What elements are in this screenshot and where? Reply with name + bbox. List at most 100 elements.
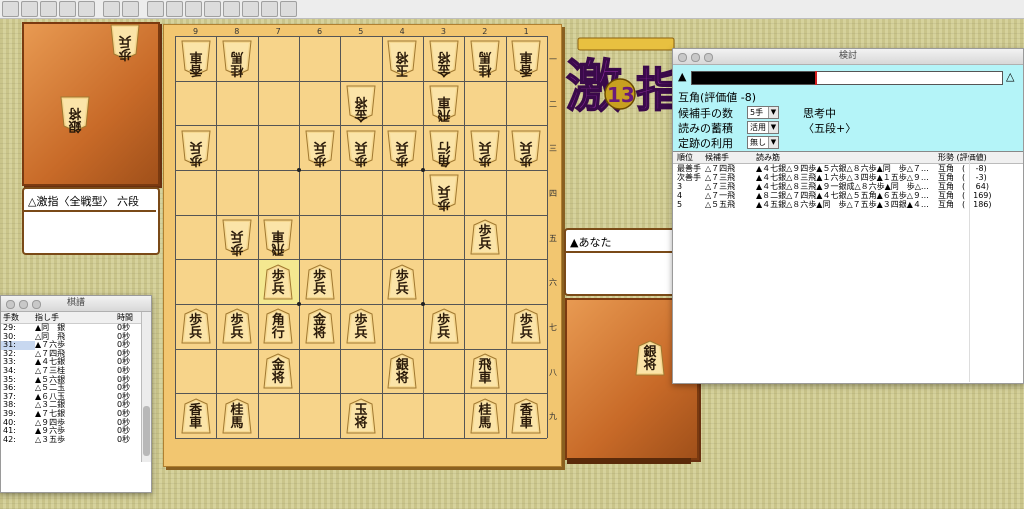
sente-piece[interactable]: 歩 兵 <box>305 264 335 300</box>
sente-piece[interactable]: 歩 兵 <box>346 308 376 344</box>
gote-piece[interactable]: 歩 兵 <box>181 130 211 167</box>
close-icon[interactable] <box>678 53 687 62</box>
piece-label: 歩 兵 <box>354 313 368 342</box>
sente-piece[interactable]: 香 車 <box>181 398 211 434</box>
minimize-icon[interactable] <box>19 300 28 309</box>
print-icon[interactable] <box>78 1 95 17</box>
record-title: 棋譜 <box>66 298 85 308</box>
gote-piece[interactable]: 桂 馬 <box>470 40 500 77</box>
gote-piece[interactable]: 歩 兵 <box>387 130 417 167</box>
candidate-row[interactable]: 3 △７三飛 ▲４七銀△８三飛▲９一銀成△８六歩▲同 歩△… 互角 ( 64) <box>673 182 1023 191</box>
sente-piece[interactable]: 歩 兵 <box>511 308 541 344</box>
close-icon[interactable] <box>6 300 15 309</box>
gote-piece[interactable]: 香 車 <box>511 40 541 77</box>
gote-piece[interactable]: 歩 兵 <box>346 130 376 167</box>
candidate-row[interactable]: 次善手 △７三飛 ▲４七銀△８三飛▲１六歩△３四歩▲１五歩△９… 互角 ( -3) <box>673 173 1023 182</box>
analysis-settings: ▲ △ 互角(評価値 -8) 候補手の数 5手 ▼ 思考中 読みの蓄積 活用 ▼ 〈… <box>673 65 1023 152</box>
board-file-line <box>381 36 383 438</box>
sente-piece[interactable]: 玉 将 <box>346 398 376 434</box>
gote-piece[interactable]: 金 将 <box>346 85 376 122</box>
gote-piece[interactable]: 玉 将 <box>387 40 417 77</box>
board-rank-line <box>175 348 547 350</box>
zoom-icon[interactable] <box>32 300 41 309</box>
piece-label: 飛 車 <box>478 358 492 387</box>
gote-hand-piece[interactable]: 銀 将 <box>60 96 90 133</box>
save-icon[interactable] <box>40 1 57 17</box>
gote-piece[interactable]: 歩 兵 <box>429 174 459 211</box>
window-icon[interactable] <box>261 1 278 17</box>
record-window[interactable]: 棋譜 手数 指し手 時間 29: ▲同 銀 0秒 30: △同 飛 0秒 31: ▲７六歩 0秒… <box>0 295 152 493</box>
candidates-select[interactable]: 5手 ▼ <box>747 106 779 119</box>
gote-piece[interactable]: 飛 車 <box>429 85 459 122</box>
go-end-icon[interactable] <box>223 1 240 17</box>
board-rank-line <box>175 125 547 127</box>
sente-piece[interactable]: 歩 兵 <box>470 219 500 255</box>
sente-piece[interactable]: 銀 将 <box>387 353 417 389</box>
sente-piece[interactable]: 金 将 <box>305 308 335 344</box>
stop-icon[interactable] <box>185 1 202 17</box>
sente-piece[interactable]: 桂 馬 <box>222 398 252 434</box>
minimize-icon[interactable] <box>691 53 700 62</box>
sente-hand-piece[interactable]: 銀 将 <box>635 340 665 376</box>
candidate-row[interactable]: 5 △５五飛 ▲４五銀△８六歩▲同 歩△７五歩▲３四銀▲４… 互角 ( 186) <box>673 200 1023 209</box>
info-icon[interactable] <box>122 1 139 17</box>
sente-piece[interactable]: 歩 兵 <box>429 308 459 344</box>
sente-piece[interactable]: 桂 馬 <box>470 398 500 434</box>
analysis-window[interactable]: 検討 ▲ △ 互角(評価値 -8) 候補手の数 5手 ▼ 思考中 読みの蓄積 活用… <box>672 48 1024 384</box>
save-as-icon[interactable] <box>59 1 76 17</box>
piece-label: 香 車 <box>189 49 203 78</box>
piece-label: 香 車 <box>189 402 203 431</box>
candidate-row[interactable]: 4 △７一飛 ▲８二銀△７四飛▲４七銀△５五角▲６五歩△９… 互角 ( 169) <box>673 191 1023 200</box>
play-icon[interactable] <box>242 1 259 17</box>
gote-piece[interactable]: 歩 兵 <box>470 130 500 167</box>
chevron-down-icon: ▼ <box>768 122 778 133</box>
candidate-row[interactable]: 最善手 △７四飛 ▲４七銀△９四歩▲５六銀△８六歩▲同 歩△７… 互角 ( -8) <box>673 164 1023 173</box>
gote-piece[interactable]: 歩 兵 <box>511 130 541 167</box>
record-row[interactable]: 42: △３五歩 0秒 <box>1 435 151 445</box>
joseki-select[interactable]: 無し ▼ <box>747 136 779 149</box>
rank-number: 九 <box>549 412 557 422</box>
gote-piece[interactable]: 桂 馬 <box>222 40 252 78</box>
zoom-icon[interactable] <box>704 53 713 62</box>
candidates-list[interactable]: 最善手 △７四飛 ▲４七銀△９四歩▲５六銀△８六歩▲同 歩△７… 互角( -8) 次善手… <box>673 164 1023 209</box>
gote-piece[interactable]: 香 車 <box>181 40 211 78</box>
analysis-titlebar[interactable]: 検討 <box>673 49 1023 65</box>
forward-icon[interactable] <box>204 1 221 17</box>
gote-piece[interactable]: 角 行 <box>429 130 459 167</box>
sente-piece[interactable]: 飛 車 <box>470 353 500 389</box>
go-start-icon[interactable] <box>147 1 164 17</box>
piece-label: 歩 兵 <box>395 268 409 297</box>
record-titlebar[interactable]: 棋譜 <box>1 296 151 312</box>
reading-select[interactable]: 活用 ▼ <box>747 121 779 134</box>
help-icon[interactable] <box>280 1 297 17</box>
settings-icon[interactable] <box>103 1 120 17</box>
sente-piece[interactable]: 金 将 <box>263 353 293 389</box>
sente-piece[interactable]: 香 車 <box>511 398 541 434</box>
open-icon[interactable] <box>21 1 38 17</box>
piece-label: 歩 兵 <box>478 224 492 252</box>
scroll-thumb[interactable] <box>143 406 150 456</box>
evaluation-bar-fill <box>692 72 816 84</box>
board-rank-line <box>175 304 547 306</box>
sente-piece[interactable]: 歩 兵 <box>263 264 293 300</box>
gote-hand-piece[interactable]: 歩 兵 <box>110 24 140 61</box>
piece-label: 角 行 <box>271 313 285 342</box>
sente-piece[interactable]: 歩 兵 <box>222 308 252 344</box>
gote-piece[interactable]: 飛 車 <box>263 219 293 256</box>
sente-piece[interactable]: 角 行 <box>263 308 293 344</box>
candidate-move: △５五飛 <box>705 200 736 209</box>
record-list[interactable]: 29: ▲同 銀 0秒 30: △同 飛 0秒 31: ▲７六歩 0秒 32: △７四飛 0秒 33: ▲… <box>1 323 151 445</box>
gote-piece[interactable]: 歩 兵 <box>222 219 252 256</box>
gote-piece[interactable]: 歩 兵 <box>305 130 335 167</box>
sente-stand-base <box>567 458 691 464</box>
back-icon[interactable] <box>166 1 183 17</box>
candidate-eval-text: 互角 <box>938 173 954 182</box>
sente-piece[interactable]: 歩 兵 <box>181 308 211 344</box>
board-rank-line <box>175 170 547 171</box>
piece-label: 桂 馬 <box>230 49 244 78</box>
piece-label: 銀 将 <box>643 345 657 373</box>
sente-piece[interactable]: 歩 兵 <box>387 264 417 300</box>
new-icon[interactable] <box>2 1 19 17</box>
toolbar <box>0 0 1024 19</box>
gote-piece[interactable]: 金 将 <box>429 40 459 77</box>
